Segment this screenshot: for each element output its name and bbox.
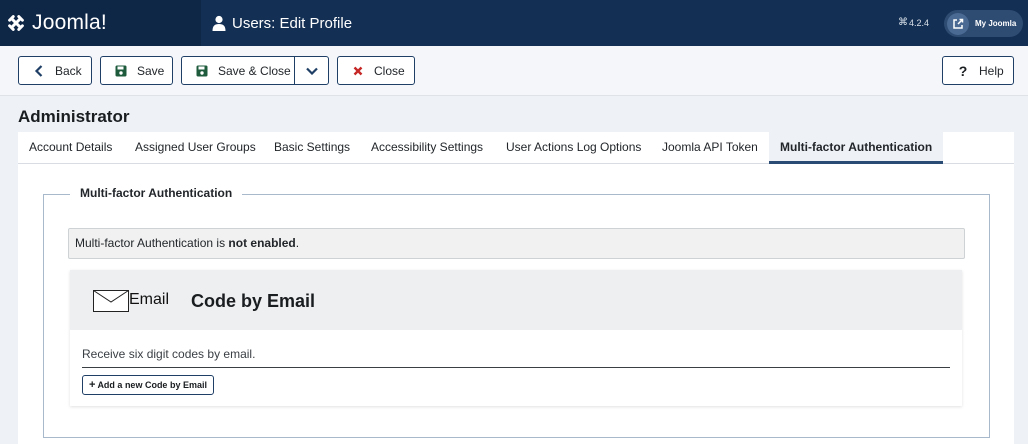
question-icon: ? (958, 62, 968, 79)
back-button[interactable]: Back (18, 56, 92, 85)
my-joomla-label: My Joomla (975, 19, 1017, 28)
tab-multi-factor-authentication[interactable]: Multi-factor Authentication (769, 132, 944, 164)
tab-account-details[interactable]: Account Details (18, 132, 123, 163)
tab-assigned-user-groups[interactable]: Assigned User Groups (124, 132, 267, 163)
help-label: Help (979, 63, 1004, 78)
external-link-icon (947, 12, 969, 35)
my-joomla-button[interactable]: My Joomla (944, 10, 1023, 37)
mfa-status-alert: Multi-factor Authentication is not enabl… (68, 228, 965, 259)
tab-accessibility-settings[interactable]: Accessibility Settings (360, 132, 494, 163)
form-title: Administrator (18, 107, 130, 126)
mfa-method-card: Email Code by Email Receive six digit co… (70, 270, 962, 406)
chevron-down-icon (305, 64, 318, 78)
tab-bar: Account Details Assigned User Groups Bas… (18, 132, 1014, 164)
tab-joomla-api-token[interactable]: Joomla API Token (651, 132, 769, 163)
email-icon-alt-text: Email (129, 291, 170, 308)
tab-panel: Multi-factor Authentication Multi-factor… (18, 164, 1014, 444)
divider (82, 367, 950, 368)
email-envelope-icon (93, 290, 129, 312)
close-icon (351, 64, 365, 78)
chevron-left-icon (32, 64, 46, 78)
add-button-label: Add a new Code by Email (97, 380, 207, 390)
mfa-legend: Multi-factor Authentication (70, 186, 243, 200)
save-icon (195, 64, 209, 78)
help-button[interactable]: ? Help (942, 56, 1014, 85)
method-title: Code by Email (191, 291, 316, 311)
page-heading: Users: Edit Profile (212, 0, 352, 46)
toolbar: Back Save Save & Close Close ? Help (0, 46, 1028, 96)
method-description: Receive six digit codes by email. (82, 347, 256, 361)
joomla-logo-icon (8, 15, 24, 31)
alert-suffix: . (295, 236, 300, 250)
add-code-by-email-button[interactable]: + Add a new Code by Email (82, 375, 214, 395)
tab-user-actions-log-options[interactable]: User Actions Log Options (495, 132, 652, 163)
tab-basic-settings[interactable]: Basic Settings (263, 132, 361, 163)
save-icon (114, 64, 128, 78)
top-header: Joomla! Users: Edit Profile ⌘ 4.2.4 My J… (0, 0, 1028, 46)
alert-prefix: Multi-factor Authentication is (75, 236, 229, 250)
back-label: Back (55, 63, 82, 78)
version-badge: ⌘ 4.2.4 (898, 17, 929, 28)
method-header: Email Code by Email (70, 270, 962, 330)
brand-name: Joomla! (32, 11, 107, 34)
close-label: Close (374, 63, 405, 78)
save-button[interactable]: Save (100, 56, 173, 85)
save-close-button[interactable]: Save & Close (181, 56, 295, 85)
close-button[interactable]: Close (337, 56, 415, 85)
save-options-dropdown[interactable] (294, 56, 329, 85)
save-label: Save (137, 63, 165, 78)
save-close-label: Save & Close (218, 63, 291, 78)
version-text: 4.2.4 (909, 17, 930, 28)
joomla-version-icon: ⌘ (898, 17, 908, 28)
page-title: Users: Edit Profile (232, 14, 353, 32)
plus-icon: + (89, 379, 96, 391)
brand-logo[interactable]: Joomla! (0, 0, 201, 46)
alert-status: not enabled (228, 236, 296, 250)
user-icon (212, 15, 226, 31)
